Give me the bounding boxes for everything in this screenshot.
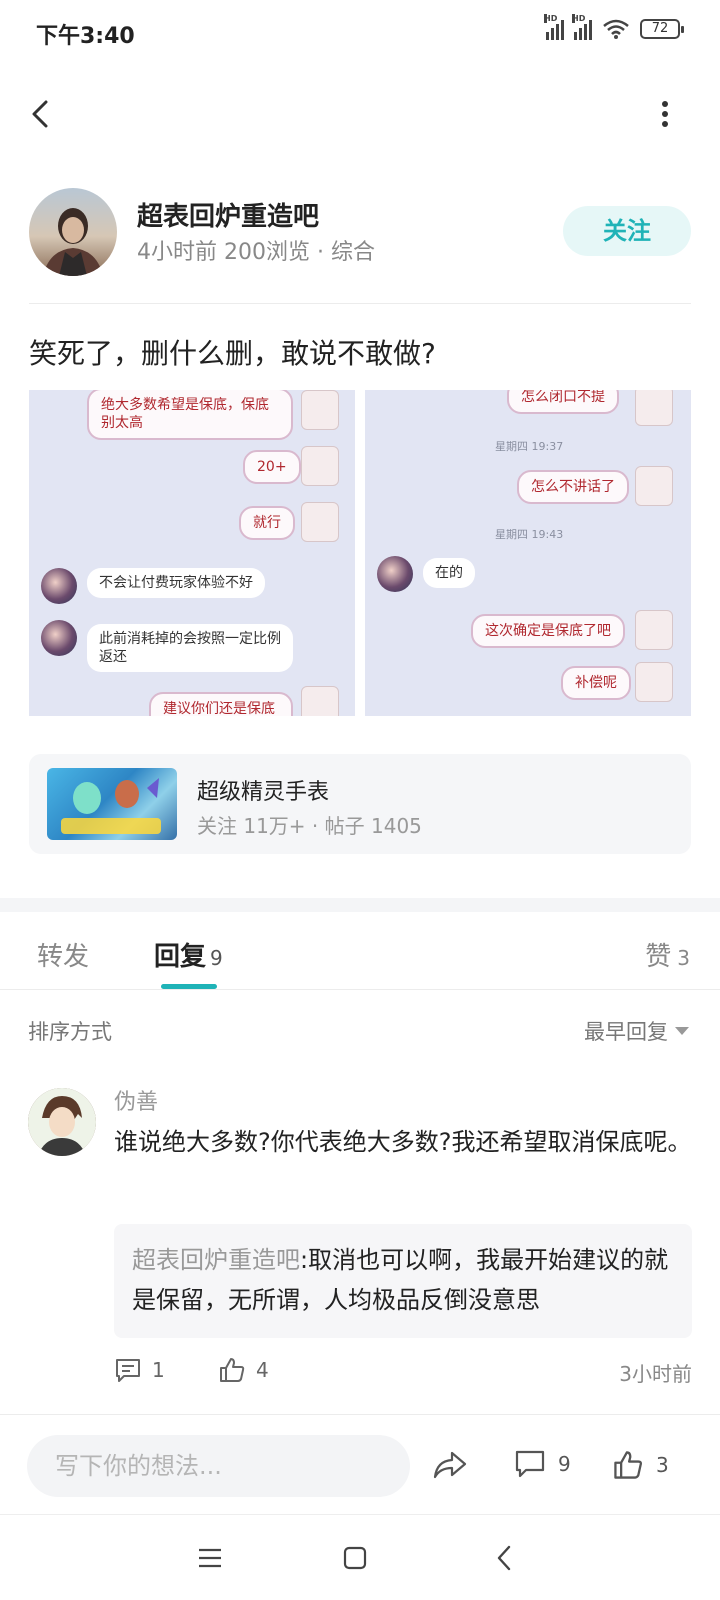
comment-like-count: 4 [256, 1358, 269, 1382]
chat-bubble: 20+ [243, 450, 301, 484]
chat-bubble: 就行 [239, 506, 295, 540]
divider [29, 303, 691, 304]
menu-icon[interactable] [195, 1543, 225, 1573]
top-nav [0, 80, 720, 152]
chat-timestamp: 星期四 19:37 [495, 440, 564, 453]
chat-bubble: 建议你们还是保底 [149, 692, 293, 716]
comment-input[interactable]: 写下你的想法... [27, 1435, 410, 1497]
tab-like-label: 赞 [645, 942, 672, 972]
sticker-avatar [635, 390, 673, 426]
status-time: 下午3:40 [36, 24, 135, 49]
bottom-action-bar: 写下你的想法... 9 3 [0, 1414, 720, 1514]
thumbs-up-icon [614, 1451, 642, 1479]
wifi-icon [603, 19, 629, 39]
sticker-avatar [635, 466, 673, 506]
comment-reply-count: 1 [152, 1358, 165, 1382]
bottom-comment-count: 9 [558, 1452, 571, 1476]
sticker-avatar [635, 662, 673, 702]
author-reply[interactable]: 超表回炉重造吧:取消也可以啊，我最开始建议的就是保留，无所谓，人均极品反倒没意思 [114, 1224, 692, 1338]
signal-icon: HD [572, 14, 592, 40]
back-nav-icon[interactable] [490, 1543, 520, 1573]
chat-bubble: 此前消耗掉的会按照一定比例返还 [87, 624, 293, 672]
chat-bubble: 这次确定是保底了吧 [471, 614, 625, 648]
game-stats: 关注 11万+ · 帖子 1405 [197, 814, 422, 838]
sort-label: 排序方式 [28, 1020, 112, 1044]
comments-button[interactable]: 9 [514, 1449, 571, 1479]
game-name: 超级精灵手表 [197, 780, 330, 805]
follow-button[interactable]: 关注 [563, 206, 691, 256]
status-icons: HD HD 72 [544, 14, 684, 40]
comment-text: 谁说绝大多数?你代表绝大多数?我还希望取消保底呢。 [114, 1128, 692, 1156]
commenter-name[interactable]: 伪善 [114, 1084, 158, 1116]
signal-icon: HD [544, 14, 564, 40]
sticker-avatar [301, 686, 339, 716]
tab-reply[interactable]: 回复 9 [154, 936, 223, 973]
chat-avatar [41, 620, 77, 656]
share-button[interactable] [432, 1449, 468, 1481]
tab-indicator [161, 984, 217, 989]
chat-timestamp: 星期四 19:43 [495, 528, 564, 541]
tab-repost[interactable]: 转发 [37, 936, 89, 973]
chat-avatar [377, 556, 413, 592]
post-image-left[interactable]: 绝大多数希望是保底，保底别太高 20+ 就行 不会让付费玩家体验不好 此前消耗掉… [29, 390, 355, 716]
chat-bubble: 怎么闭口不提 [507, 390, 619, 414]
section-gap [0, 898, 720, 912]
sticker-avatar [301, 446, 339, 486]
home-icon[interactable] [340, 1543, 370, 1573]
bottom-like-count: 3 [656, 1453, 669, 1477]
comment-icon [116, 1359, 140, 1382]
game-thumbnail [47, 768, 177, 840]
comment-item: 伪善 谁说绝大多数?你代表绝大多数?我还希望取消保底呢。 超表回炉重造吧:取消也… [0, 1084, 720, 1394]
post-meta: 4小时前 200浏览 · 综合 [137, 240, 375, 265]
comment-time: 3小时前 [619, 1362, 692, 1386]
sticker-avatar [301, 390, 339, 430]
chat-bubble: 补偿呢 [561, 666, 631, 700]
comment-like-button[interactable]: 4 [218, 1356, 269, 1384]
post-title: 笑死了，删什么删，敢说不敢做? [29, 337, 436, 370]
thumbs-up-icon [220, 1358, 245, 1382]
author-avatar[interactable] [29, 188, 117, 276]
battery-icon: 72 [640, 19, 684, 39]
system-nav-bar [0, 1514, 720, 1600]
sticker-avatar [635, 610, 673, 650]
tab-reply-count: 9 [210, 946, 223, 970]
more-icon[interactable] [650, 94, 680, 134]
comment-icon [515, 1450, 545, 1478]
status-bar: 下午3:40 HD HD 72 [0, 0, 720, 64]
game-card[interactable]: 超级精灵手表 关注 11万+ · 帖子 1405 [29, 754, 691, 854]
comment-reply-button[interactable]: 1 [114, 1356, 165, 1384]
sort-value: 最早回复 [584, 1020, 668, 1044]
chat-bubble: 不会让付费玩家体验不好 [87, 568, 265, 598]
post-image-right[interactable]: 怎么闭口不提 星期四 19:37 怎么不讲话了 星期四 19:43 在的 这次确… [365, 390, 691, 716]
tab-like[interactable]: 赞3 [645, 936, 690, 973]
author-name[interactable]: 超表回炉重造吧 [137, 196, 319, 233]
caret-down-icon [675, 1027, 689, 1035]
tab-like-count: 3 [677, 946, 690, 970]
reply-author-name: 超表回炉重造吧 [132, 1246, 300, 1274]
chat-bubble: 绝大多数希望是保底，保底别太高 [87, 390, 293, 440]
comment-actions: 1 4 3小时前 [114, 1356, 692, 1386]
author-header: 超表回炉重造吧 4小时前 200浏览 · 综合 关注 [29, 186, 691, 276]
sort-dropdown[interactable]: 最早回复 [584, 1016, 690, 1046]
tab-reply-label: 回复 [154, 942, 207, 972]
chat-bubble: 在的 [423, 558, 475, 588]
chat-avatar [41, 568, 77, 604]
share-icon [433, 1451, 467, 1479]
commenter-avatar[interactable] [28, 1088, 96, 1156]
chat-bubble: 怎么不讲话了 [517, 470, 629, 504]
comment-tabs: 转发 回复 9 赞3 [0, 912, 720, 990]
sticker-avatar [301, 502, 339, 542]
back-icon[interactable] [22, 94, 62, 134]
like-button[interactable]: 3 [612, 1449, 669, 1481]
